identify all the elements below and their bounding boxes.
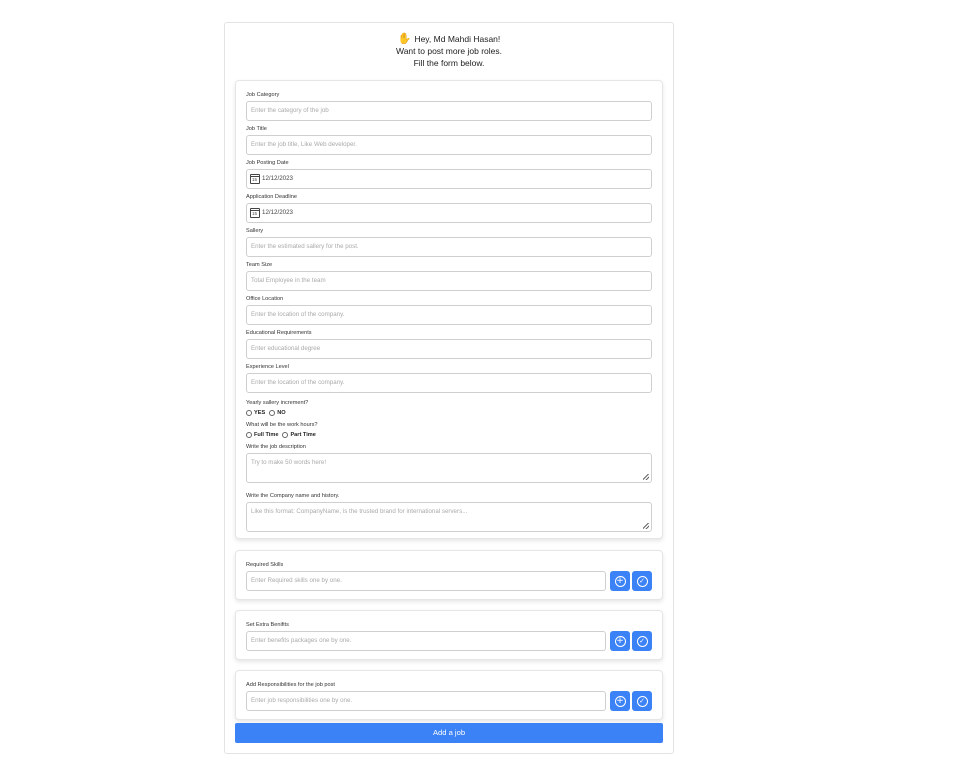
resize-handle-icon[interactable] [643, 523, 649, 529]
responsibilities-input[interactable]: Enter job responsibilities one by one. [246, 691, 606, 711]
description-label: Write the job description [246, 444, 306, 450]
radio-button[interactable] [282, 431, 289, 438]
increment-yes-option[interactable]: YES [246, 409, 266, 416]
description-textarea[interactable]: Try to make 50 words here! [246, 453, 652, 483]
job-title-input[interactable]: Enter the job title, Like Web developer. [246, 135, 652, 155]
radio-button[interactable] [269, 409, 276, 416]
plus-icon: + [614, 635, 626, 647]
team-size-label: Team Size [246, 262, 273, 268]
calendar-icon[interactable] [250, 174, 260, 184]
confirm-benefits-button[interactable]: ✓ [632, 631, 652, 651]
add-skill-button[interactable]: + [610, 571, 630, 591]
office-location-input[interactable]: Enter the location of the company. [246, 305, 652, 325]
posting-date-value: 12/12/2023 [262, 175, 293, 182]
plus-icon: + [614, 575, 626, 587]
job-category-label: Job Category [246, 92, 280, 98]
add-responsibility-button[interactable]: + [610, 691, 630, 711]
experience-label: Experience Level [246, 364, 289, 370]
education-label: Educational Requirements [246, 330, 312, 336]
part-time-label: Part Time [290, 431, 316, 438]
team-size-input[interactable]: Total Employee in the team [246, 271, 652, 291]
benefits-input[interactable]: Enter benefits packages one by one. [246, 631, 606, 651]
job-post-page: ✋ Hey, Md Mahdi Hasan! Want to post more … [224, 22, 674, 754]
plus-icon: + [614, 695, 626, 707]
sallery-label: Sallery [246, 228, 264, 234]
calendar-icon[interactable] [250, 208, 260, 218]
radio-button[interactable] [246, 409, 252, 416]
company-label: Write the Company name and history. [246, 493, 340, 499]
posting-date-input[interactable]: 12/12/2023 [246, 169, 652, 189]
job-category-input[interactable]: Enter the category of the job [246, 101, 652, 121]
job-title-label: Job Title [246, 126, 267, 132]
sallery-input[interactable]: Enter the estimated sallery for the post… [246, 237, 652, 257]
deadline-label: Application Deadline [246, 194, 297, 200]
responsibilities-label: Add Responsibilities for the job post [246, 682, 335, 688]
greeting-instruction: Fill the form below. [413, 58, 485, 68]
office-location-label: Office Location [246, 296, 284, 302]
job-form-card: Job Category Enter the category of the j… [235, 80, 663, 539]
benefits-label: Set Extra Benifits [246, 622, 289, 628]
increment-radio-group: YES NO [246, 408, 652, 417]
greeting: ✋ Hey, Md Mahdi Hasan! Want to post more … [225, 33, 673, 69]
skills-label: Required Skills [246, 562, 284, 568]
skills-input[interactable]: Enter Required skills one by one. [246, 571, 606, 591]
deadline-value: 12/12/2023 [262, 209, 293, 216]
description-placeholder: Try to make 50 words here! [251, 459, 327, 466]
education-input[interactable]: Enter educational degree [246, 339, 652, 359]
check-icon: ✓ [636, 695, 648, 707]
increment-yes-label: YES [254, 409, 266, 416]
experience-input[interactable]: Enter the location of the company. [246, 373, 652, 393]
full-time-label: Full Time [254, 431, 279, 438]
resize-handle-icon[interactable] [643, 474, 649, 480]
radio-button[interactable] [246, 431, 252, 438]
confirm-responsibilities-button[interactable]: ✓ [632, 691, 652, 711]
benefits-card: Set Extra Benifits Enter benefits packag… [235, 610, 663, 660]
waving-hand-icon: ✋ [397, 33, 412, 45]
greeting-name: Hey, Md Mahdi Hasan! [414, 34, 501, 44]
add-benefit-button[interactable]: + [610, 631, 630, 651]
posting-date-label: Job Posting Date [246, 160, 289, 166]
add-job-button[interactable]: Add a job [235, 723, 663, 743]
greeting-subtitle: Want to post more job roles. [396, 46, 502, 56]
responsibilities-card: Add Responsibilities for the job post En… [235, 670, 663, 720]
confirm-skills-button[interactable]: ✓ [632, 571, 652, 591]
work-hours-radio-group: Full Time Part Time [246, 430, 652, 439]
deadline-input[interactable]: 12/12/2023 [246, 203, 652, 223]
increment-label: Yearly sallery increment? [246, 400, 309, 406]
part-time-option[interactable]: Part Time [282, 431, 316, 438]
check-icon: ✓ [636, 635, 648, 647]
full-time-option[interactable]: Full Time [246, 431, 279, 438]
work-hours-label: What will be the work hours? [246, 422, 318, 428]
increment-no-option[interactable]: NO [269, 409, 286, 416]
increment-no-label: NO [277, 409, 286, 416]
company-placeholder: Like this format: CompanyName, is the tr… [251, 508, 468, 515]
company-textarea[interactable]: Like this format: CompanyName, is the tr… [246, 502, 652, 532]
check-icon: ✓ [636, 575, 648, 587]
skills-card: Required Skills Enter Required skills on… [235, 550, 663, 600]
